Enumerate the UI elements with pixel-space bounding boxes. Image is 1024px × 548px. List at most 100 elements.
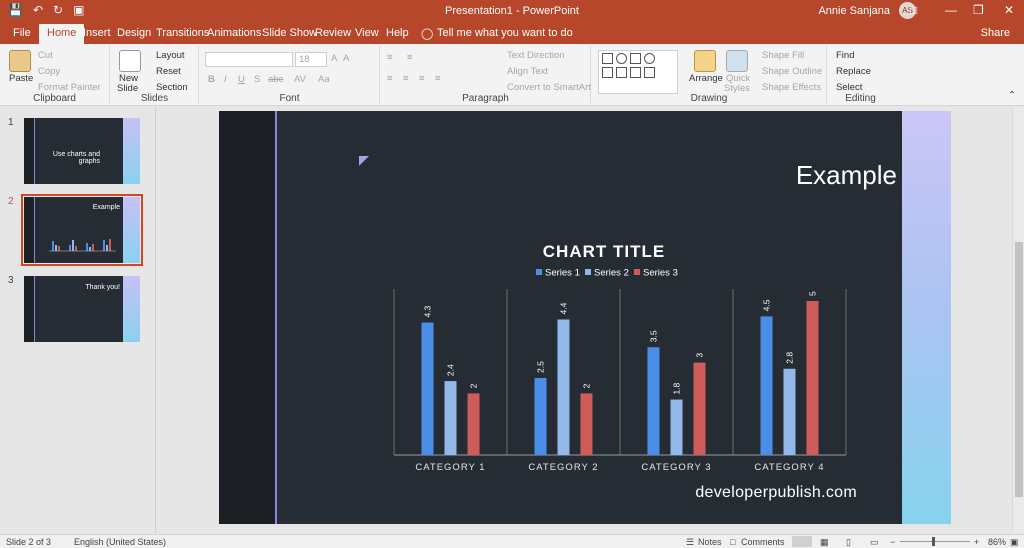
slide-thumbnail-2[interactable]: Example — [21, 194, 143, 266]
tab-transitions[interactable]: Transitions — [156, 27, 209, 39]
font-name-box[interactable] — [205, 52, 293, 67]
align-left-icon[interactable]: ≡ — [387, 73, 393, 84]
strikethrough-button[interactable]: abc — [268, 74, 283, 85]
tell-me-search[interactable]: Tell me what you want to do — [437, 27, 573, 39]
legend-label-3: Series 3 — [643, 268, 678, 279]
language-indicator[interactable]: English (United States) — [74, 537, 166, 547]
restore-button[interactable]: ❐ — [973, 3, 984, 17]
ribbon-options-icon[interactable]: □ — [910, 3, 917, 17]
italic-button[interactable]: I — [224, 74, 227, 85]
tab-animations[interactable]: Animations — [207, 27, 261, 39]
new-slide-icon[interactable] — [119, 50, 141, 72]
shape-rounded-rect-icon[interactable] — [630, 53, 641, 64]
reading-view-icon[interactable]: ▯ — [846, 537, 851, 548]
shape-fill-button[interactable]: Shape Fill — [762, 50, 804, 61]
align-center-icon[interactable]: ≡ — [403, 73, 409, 84]
fit-slide-icon[interactable]: ▣ — [1010, 537, 1019, 548]
section-button[interactable]: Section — [156, 82, 188, 93]
comments-button[interactable]: Comments — [741, 537, 785, 547]
shape-line-icon[interactable] — [602, 67, 613, 78]
slide-sorter-icon[interactable]: ▦ — [820, 537, 829, 548]
format-painter-button[interactable]: Format Painter — [38, 82, 101, 93]
shrink-font-button[interactable]: A — [343, 53, 349, 64]
text-direction-button[interactable]: Text Direction — [507, 50, 565, 61]
data-label-4-series-3: 5 — [808, 291, 818, 296]
bar-3-series-3 — [693, 362, 706, 455]
slide-title[interactable]: Example — [796, 160, 897, 191]
shape-circle-icon[interactable] — [644, 53, 655, 64]
slideshow-icon[interactable]: ▭ — [870, 537, 879, 548]
user-name[interactable]: Annie Sanjana — [818, 5, 890, 17]
numbering-icon[interactable]: ≡ — [407, 52, 413, 63]
shadow-button[interactable]: S — [254, 74, 260, 85]
copy-button[interactable]: Copy — [38, 66, 60, 77]
convert-smartart-button[interactable]: Convert to SmartArt — [507, 82, 591, 93]
layout-button[interactable]: Layout — [156, 50, 185, 61]
cut-button[interactable]: Cut — [38, 50, 53, 61]
shape-oval-icon[interactable] — [616, 53, 627, 64]
notes-icon[interactable]: ☰ — [686, 537, 694, 548]
shape-rectangle-icon[interactable] — [602, 53, 613, 64]
tab-slide-show[interactable]: Slide Show — [262, 27, 317, 39]
minimize-button[interactable]: — — [945, 3, 957, 17]
bold-button[interactable]: B — [208, 74, 215, 85]
legend-label-1: Series 1 — [545, 268, 580, 279]
tab-review[interactable]: Review — [315, 27, 351, 39]
quick-styles-icon[interactable] — [726, 50, 748, 72]
arrange-button[interactable]: Arrange — [689, 73, 723, 84]
normal-view-icon[interactable] — [792, 536, 812, 547]
paste-button[interactable]: Paste — [9, 73, 33, 84]
bar-chart[interactable]: CHART TITLE Series 1 Series 2 Series 3 4.3 2.… — [349, 233, 859, 473]
paste-icon[interactable] — [9, 50, 31, 72]
zoom-level[interactable]: 86% — [988, 537, 1006, 547]
zoom-slider-thumb[interactable] — [932, 537, 935, 546]
legend-label-2: Series 2 — [594, 268, 629, 279]
slide-footer-text[interactable]: developerpublish.com — [695, 484, 857, 502]
comments-icon[interactable]: □ — [730, 537, 735, 547]
slide-thumbnail-3[interactable]: Thank you! — [24, 276, 140, 342]
select-button[interactable]: Select — [836, 82, 862, 93]
reset-button[interactable]: Reset — [156, 66, 181, 77]
tab-insert[interactable]: Insert — [83, 27, 111, 39]
tab-home[interactable]: Home — [39, 24, 85, 44]
shape-arrow-icon[interactable] — [616, 67, 627, 78]
collapse-ribbon-icon[interactable]: ⌃ — [1008, 90, 1016, 101]
tab-design[interactable]: Design — [117, 27, 151, 39]
change-case-button[interactable]: Aa — [318, 74, 330, 85]
tab-help[interactable]: Help — [386, 27, 409, 39]
bar-1-series-3 — [467, 393, 480, 455]
current-slide[interactable]: Example CHART TITLE Series 1 Series 2 Serie… — [219, 111, 951, 524]
font-size-box[interactable]: 18 — [295, 52, 327, 67]
tab-file[interactable]: File — [13, 27, 31, 39]
replace-button[interactable]: Replace — [836, 66, 871, 77]
shapes-gallery[interactable] — [598, 50, 678, 94]
vertical-scrollbar[interactable] — [1012, 107, 1024, 533]
scrollbar-thumb[interactable] — [1015, 242, 1023, 497]
slide-thumbnail-1[interactable]: Use charts and graphs — [24, 118, 140, 184]
align-right-icon[interactable]: ≡ — [419, 73, 425, 84]
shape-effects-button[interactable]: Shape Effects — [762, 82, 821, 93]
align-text-button[interactable]: Align Text — [507, 66, 548, 77]
editing-group: Find Replace Select Editing — [828, 46, 893, 104]
arrange-icon[interactable] — [694, 50, 716, 72]
justify-icon[interactable]: ≡ — [435, 73, 441, 84]
bullets-icon[interactable]: ≡ — [387, 52, 393, 63]
editing-label: Editing — [845, 93, 876, 104]
close-button[interactable]: ✕ — [1004, 3, 1014, 17]
share-button[interactable]: Share — [981, 27, 1010, 39]
find-button[interactable]: Find — [836, 50, 854, 61]
notes-button[interactable]: Notes — [698, 537, 722, 547]
bar-2-series-1 — [534, 378, 547, 455]
shape-triangle-icon[interactable] — [630, 67, 641, 78]
tab-view[interactable]: View — [355, 27, 379, 39]
paragraph-label: Paragraph — [462, 93, 509, 104]
font-size-value: 18 — [299, 54, 310, 65]
zoom-slider-track[interactable] — [900, 541, 970, 542]
grow-font-button[interactable]: A — [331, 53, 337, 64]
shape-star-icon[interactable] — [644, 67, 655, 78]
char-spacing-button[interactable]: AV — [294, 74, 306, 85]
zoom-out-icon[interactable]: − — [890, 537, 895, 547]
shape-outline-button[interactable]: Shape Outline — [762, 66, 822, 77]
zoom-in-icon[interactable]: + — [974, 537, 979, 547]
underline-button[interactable]: U — [238, 74, 245, 85]
